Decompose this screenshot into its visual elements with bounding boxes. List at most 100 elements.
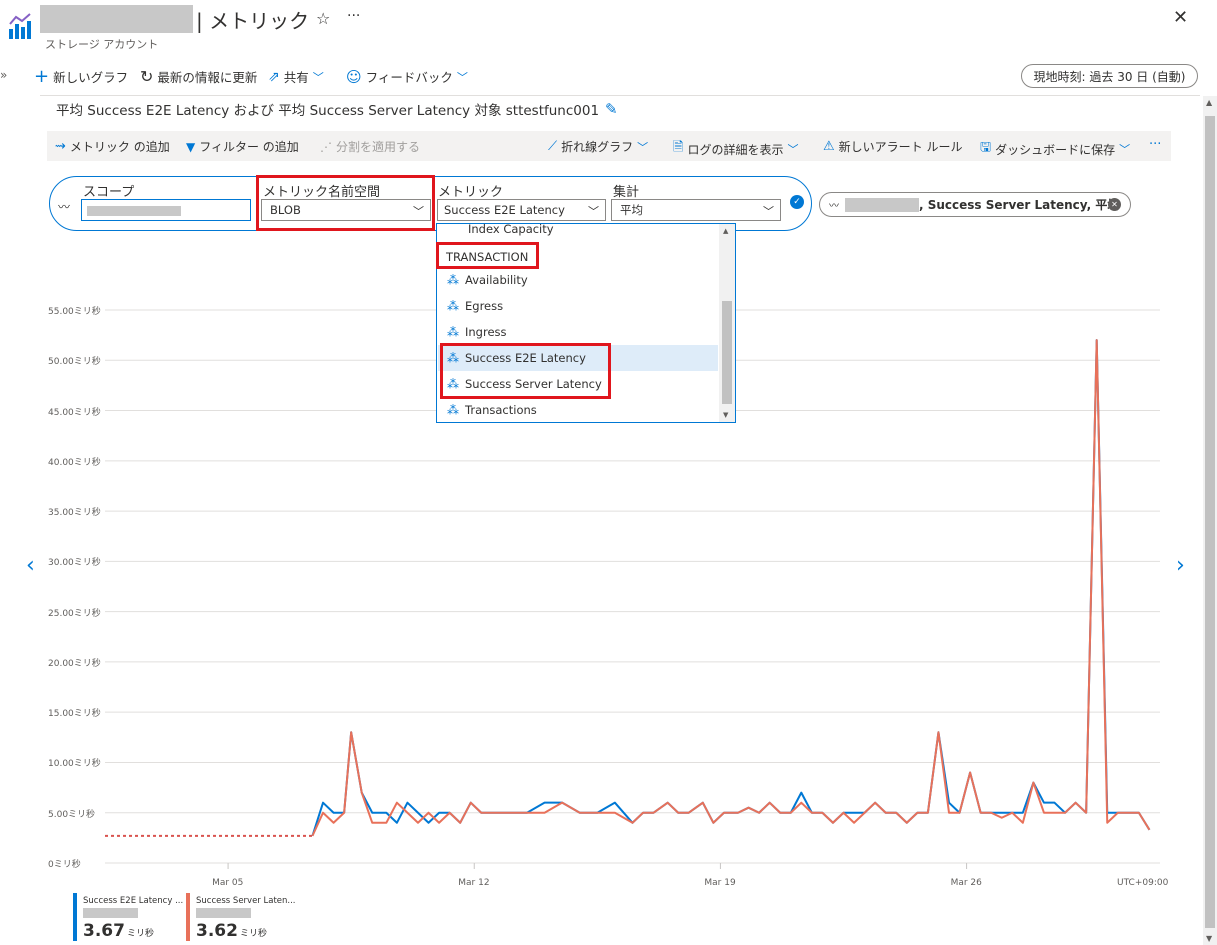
y-tick-label: 25.00ミリ秒 xyxy=(48,608,101,619)
time-range-label: 現地時刻: 過去 30 日 (自動) xyxy=(1033,69,1186,84)
filter-icon: ▼ xyxy=(186,139,196,154)
legend-color-swatch xyxy=(186,893,190,941)
legend-value-unit: ミリ秒 xyxy=(239,929,267,939)
dropdown-group-header: TRANSACTION xyxy=(446,250,529,264)
dropdown-item[interactable]: ⁂ Success Server Latency xyxy=(438,371,718,397)
close-icon[interactable]: ✕ xyxy=(1173,7,1188,28)
feedback-button[interactable]: ☺ フィードバック ﹀ xyxy=(346,67,468,86)
apply-split-button[interactable]: ⋰ 分割を適用する xyxy=(320,138,420,155)
metric-pill[interactable]: 〰 , Success Server Latency, 平均 ✕ xyxy=(819,192,1131,217)
confirm-check-icon[interactable]: ✓ xyxy=(790,195,804,209)
chevron-down-icon: ﹀ xyxy=(312,70,324,84)
remove-metric-icon[interactable]: ✕ xyxy=(1108,198,1121,211)
show-logs-button[interactable]: 🗎 ログの詳細を表示 ﹀ xyxy=(673,138,798,160)
plus-icon: + xyxy=(34,65,50,87)
scroll-down-arrow[interactable]: ▼ xyxy=(723,411,728,419)
namespace-select[interactable]: BLOB ﹀ xyxy=(261,199,431,221)
add-metric-icon: ⇝ xyxy=(55,139,66,154)
new-alert-button[interactable]: ⚠ 新しいアラート ルール xyxy=(823,138,962,155)
share-label: 共有 xyxy=(283,70,309,85)
legend-series-name: Success Server Laten... xyxy=(196,896,296,906)
time-range-button[interactable]: 現地時刻: 過去 30 日 (自動) xyxy=(1021,64,1198,88)
scope-input[interactable] xyxy=(81,199,251,221)
x-tick-label: Mar 12 xyxy=(458,878,490,888)
scroll-thumb[interactable] xyxy=(1205,116,1215,928)
save-icon: 🖫 xyxy=(980,140,992,155)
dropdown-item[interactable]: ⁂ Egress xyxy=(438,293,718,319)
chevron-down-icon: ﹀ xyxy=(413,205,424,218)
chevron-down-icon: ﹀ xyxy=(763,205,774,218)
dropdown-item[interactable]: ⁂ Availability xyxy=(438,267,718,293)
scroll-up-arrow[interactable]: ▲ xyxy=(723,227,728,235)
dropdown-item[interactable]: ⁂ Success E2E Latency xyxy=(438,345,718,371)
expand-sidebar-icon[interactable]: » xyxy=(0,68,7,82)
y-tick-label: 5.00ミリ秒 xyxy=(48,809,96,820)
legend-color-swatch xyxy=(73,893,77,941)
line-chart-icon: ⟋ xyxy=(548,139,558,154)
pill-resource-redacted xyxy=(845,197,919,212)
line-chart-button[interactable]: ⟋ 折れ線グラフ ﹀ xyxy=(548,138,648,155)
timezone-label: UTC+09:00 xyxy=(1117,878,1169,888)
app-metrics-icon xyxy=(8,12,34,40)
metric-line-icon: 〰 xyxy=(829,201,839,212)
metric-dropdown-list[interactable]: Index Capacity TRANSACTION ⁂ Availability… xyxy=(436,223,736,423)
chevron-down-icon: ﹀ xyxy=(1119,143,1131,156)
scroll-down-arrow[interactable]: ▼ xyxy=(1206,934,1212,943)
metric-icon: ⁂ xyxy=(447,299,459,313)
metric-value: Success E2E Latency xyxy=(444,203,565,217)
legend-value-unit: ミリ秒 xyxy=(126,929,154,939)
add-filter-button[interactable]: ▼ フィルター の追加 xyxy=(186,138,299,155)
divider xyxy=(40,95,1200,96)
more-options-icon[interactable]: ··· xyxy=(347,8,360,24)
y-tick-label: 30.00ミリ秒 xyxy=(48,558,101,569)
metric-select[interactable]: Success E2E Latency ﹀ xyxy=(437,199,606,221)
alert-icon: ⚠ xyxy=(823,139,835,154)
y-tick-label: 20.00ミリ秒 xyxy=(48,658,101,669)
more-commands-icon[interactable]: ··· xyxy=(1149,137,1161,152)
y-tick-label: 50.00ミリ秒 xyxy=(48,357,101,368)
metric-icon: ⁂ xyxy=(447,351,459,365)
dropdown-item-label: Egress xyxy=(465,299,504,313)
y-tick-label: 40.00ミリ秒 xyxy=(48,457,101,468)
add-metric-button[interactable]: ⇝ メトリック の追加 xyxy=(55,138,170,155)
new-chart-button[interactable]: + 新しいグラフ xyxy=(34,67,128,86)
refresh-button[interactable]: ↻ 最新の情報に更新 xyxy=(140,67,257,86)
aggregation-value: 平均 xyxy=(620,203,643,217)
scroll-up-arrow[interactable]: ▲ xyxy=(1206,98,1212,107)
logs-icon: 🗎 xyxy=(673,140,684,155)
dropdown-scrollbar[interactable]: ▲ ▼ xyxy=(719,224,735,422)
dropdown-item-label: Success E2E Latency xyxy=(465,351,586,365)
x-tick-label: Mar 26 xyxy=(950,878,982,888)
edit-pencil-icon[interactable]: ✎ xyxy=(605,100,618,118)
namespace-value: BLOB xyxy=(270,203,301,217)
dropdown-item-label: Ingress xyxy=(465,325,507,339)
legend-item-e2e[interactable]: Success E2E Latency ... 3.67 ミリ秒 xyxy=(73,893,183,941)
aggregation-select[interactable]: 平均 ﹀ xyxy=(611,199,781,221)
favorite-star-icon[interactable]: ☆ xyxy=(316,9,330,28)
save-dashboard-button[interactable]: 🖫 ダッシュボードに保存 ﹀ xyxy=(980,138,1130,160)
chart-prev-arrow[interactable]: ‹ xyxy=(26,553,35,578)
y-tick-label: 35.00ミリ秒 xyxy=(48,508,101,519)
chart-next-arrow[interactable]: › xyxy=(1176,553,1185,578)
y-tick-label: 10.00ミリ秒 xyxy=(48,759,101,770)
page-scrollbar[interactable]: ▲ ▼ xyxy=(1203,96,1217,945)
metric-icon: ⁂ xyxy=(447,403,459,417)
legend-resource-redacted xyxy=(196,908,251,918)
line-chart-label: 折れ線グラフ xyxy=(561,140,634,154)
new-chart-label: 新しいグラフ xyxy=(53,70,129,85)
share-button[interactable]: ⇗ 共有 ﹀ xyxy=(268,67,324,86)
scroll-thumb[interactable] xyxy=(722,301,732,404)
dropdown-item[interactable]: ⁂ Ingress xyxy=(438,319,718,345)
chevron-down-icon: ﹀ xyxy=(456,70,468,84)
dropdown-item-label: Transactions xyxy=(465,403,537,417)
legend-item-server[interactable]: Success Server Laten... 3.62 ミリ秒 xyxy=(186,893,296,941)
metric-line-icon: 〰 xyxy=(58,200,71,214)
dropdown-item-partial[interactable]: Index Capacity xyxy=(468,224,554,236)
share-icon: ⇗ xyxy=(268,68,280,85)
page-title: | メトリック xyxy=(196,9,310,33)
metric-icon: ⁂ xyxy=(447,325,459,339)
add-metric-label: メトリック の追加 xyxy=(69,140,170,154)
legend-resource-redacted xyxy=(83,908,138,918)
dropdown-item[interactable]: ⁂ Transactions xyxy=(438,397,718,422)
save-dashboard-label: ダッシュボードに保存 xyxy=(995,142,1116,157)
